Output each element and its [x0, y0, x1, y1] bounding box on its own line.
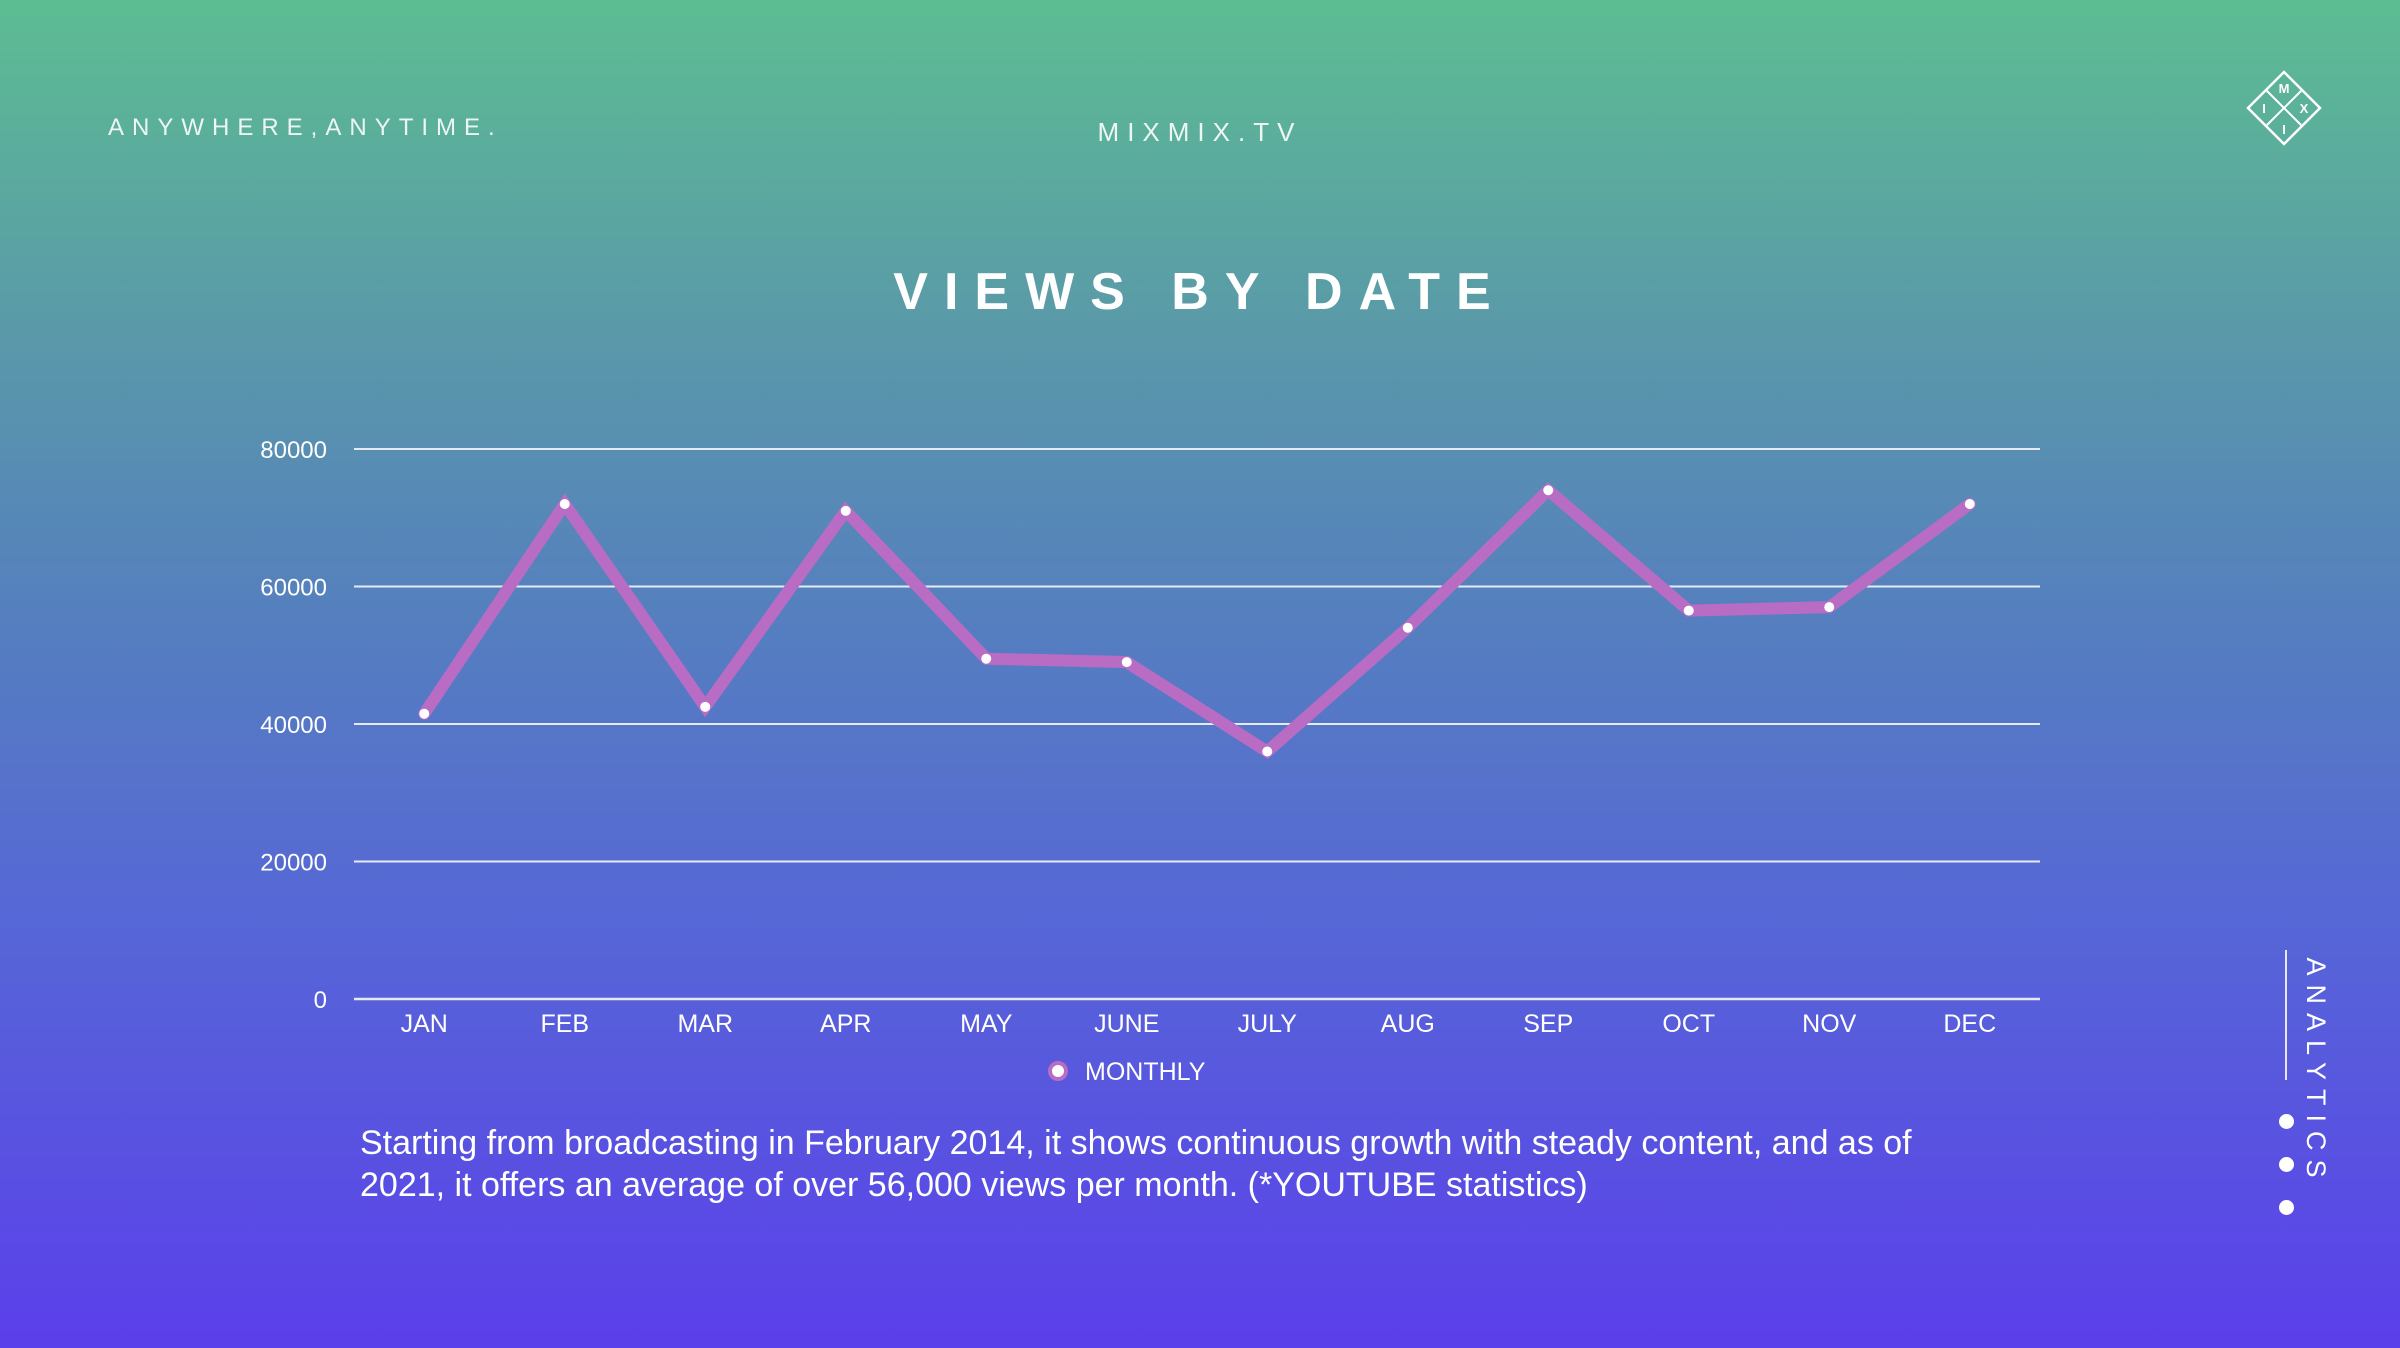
nav-dot-1[interactable] [2279, 1114, 2294, 1129]
data-point [419, 708, 430, 719]
data-point [1543, 485, 1554, 496]
data-point [1121, 657, 1132, 668]
x-tick-label: MAY [960, 1010, 1013, 1038]
legend-label: MONTHLY [1085, 1058, 1206, 1086]
x-tick-label: JULY [1238, 1010, 1298, 1038]
x-tick-label: FEB [540, 1010, 589, 1038]
legend-marker [1048, 1061, 1068, 1081]
y-tick-label: 80000 [260, 437, 327, 464]
analytics-label: ANALYTICS [2301, 957, 2331, 1187]
nav-dot-2[interactable] [2279, 1157, 2294, 1172]
data-point [1402, 622, 1413, 633]
x-tick-label: OCT [1662, 1010, 1715, 1038]
data-point [1824, 602, 1835, 613]
data-point [559, 499, 570, 509]
y-tick-label: 60000 [260, 575, 327, 602]
y-tick-label: 40000 [260, 712, 327, 739]
x-tick-label: NOV [1802, 1010, 1857, 1038]
data-point [1964, 499, 1975, 509]
data-point [1683, 605, 1694, 616]
x-tick-label: MAR [677, 1010, 733, 1038]
data-point [840, 505, 851, 516]
data-point [700, 701, 711, 712]
side-divider [2285, 950, 2287, 1080]
x-tick-label: DEC [1943, 1010, 1996, 1038]
series-line [418, 482, 1976, 759]
x-tick-label: JAN [401, 1010, 448, 1038]
y-tick-label: 20000 [260, 850, 327, 877]
x-tick-label: SEP [1523, 1010, 1573, 1038]
x-tick-label: AUG [1381, 1010, 1435, 1038]
description-text: Starting from broadcasting in February 2… [360, 1124, 1912, 1204]
nav-dot-3[interactable] [2279, 1200, 2294, 1215]
y-tick-label: 0 [314, 987, 327, 1014]
data-point [1262, 746, 1273, 757]
x-tick-label: JUNE [1094, 1010, 1159, 1038]
x-tick-label: APR [820, 1010, 871, 1038]
data-point [981, 653, 992, 664]
